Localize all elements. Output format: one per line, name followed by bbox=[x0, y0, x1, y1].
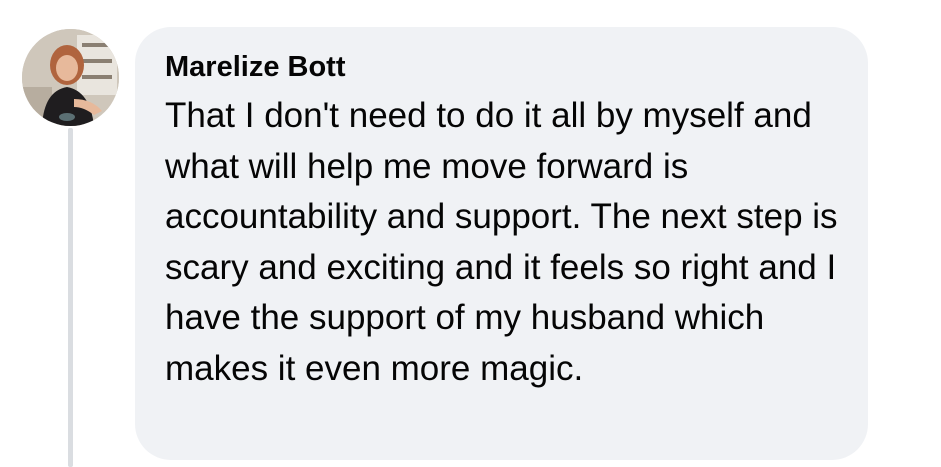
reply-thread-line bbox=[68, 128, 73, 467]
comment-bubble: Marelize Bott That I don't need to do it… bbox=[135, 27, 868, 460]
author-avatar[interactable] bbox=[22, 29, 119, 126]
comment-author-name[interactable]: Marelize Bott bbox=[165, 49, 838, 85]
profile-photo-icon bbox=[22, 29, 119, 126]
comment-text: That I don't need to do it all by myself… bbox=[165, 96, 838, 388]
